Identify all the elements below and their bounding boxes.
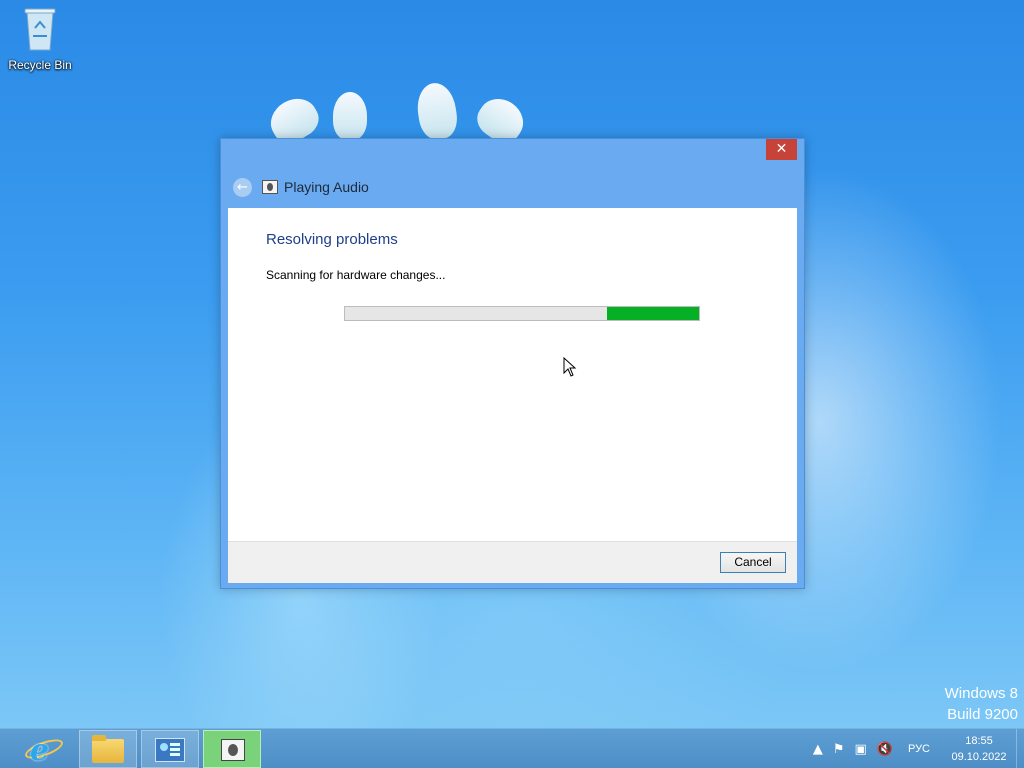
action-center-flag-icon[interactable]: ⚑ <box>833 742 845 757</box>
wallpaper-flower-petal <box>414 80 460 142</box>
taskbar-file-explorer[interactable] <box>79 730 137 768</box>
clock[interactable]: 18:55 09.10.2022 <box>942 733 1016 765</box>
recycle-bin-icon <box>24 8 56 51</box>
window-title: Playing Audio <box>284 179 369 195</box>
window-footer: Cancel <box>228 541 797 583</box>
audio-troubleshooter-icon <box>262 180 278 194</box>
taskbar-control-panel[interactable] <box>141 730 199 768</box>
window-title-bar: ← Playing Audio <box>233 177 369 197</box>
watermark-line-1: Windows 8 <box>944 685 1018 702</box>
desktop-icon-recycle-bin[interactable]: Recycle Bin <box>6 6 74 72</box>
control-panel-icon <box>155 738 185 762</box>
troubleshooter-window: ✕ ← Playing Audio Resolving problems Sca… <box>220 138 805 589</box>
progress-bar-fill <box>607 307 699 320</box>
show-hidden-icons-icon[interactable]: ▲ <box>813 742 823 757</box>
watermark-line-2: Build 9200 <box>947 706 1018 723</box>
progress-bar <box>344 306 700 321</box>
close-button[interactable]: ✕ <box>766 139 797 160</box>
clock-time: 18:55 <box>965 735 993 747</box>
ie-icon: e <box>30 733 50 768</box>
mouse-cursor-icon <box>563 357 577 377</box>
back-arrow-icon[interactable]: ← <box>233 177 252 197</box>
show-desktop-button[interactable] <box>1016 729 1024 768</box>
status-text: Scanning for hardware changes... <box>266 268 446 282</box>
system-tray: ▲ ⚑ ▣ 🔇 РУС 18:55 09.10.2022 <box>808 729 1024 768</box>
page-heading: Resolving problems <box>266 231 398 248</box>
input-language-indicator[interactable]: РУС <box>908 743 930 755</box>
taskbar-playing-audio[interactable] <box>203 730 261 768</box>
taskbar: e ▲ ⚑ ▣ 🔇 РУС 18:55 09.10.2022 <box>0 728 1024 768</box>
clock-date: 09.10.2022 <box>951 751 1007 763</box>
folder-icon <box>92 735 124 763</box>
cancel-button[interactable]: Cancel <box>720 552 786 573</box>
volume-muted-icon[interactable]: 🔇 <box>877 742 893 757</box>
taskbar-internet-explorer[interactable]: e <box>16 730 74 768</box>
window-content: Resolving problems Scanning for hardware… <box>228 208 797 541</box>
desktop-icon-label: Recycle Bin <box>8 58 72 72</box>
wallpaper-flower-petal <box>333 92 367 140</box>
network-error-icon[interactable]: ▣ <box>854 742 866 757</box>
windows-build-watermark: Windows 8 Build 9200 <box>945 683 1018 725</box>
audio-troubleshooter-icon <box>221 739 245 761</box>
